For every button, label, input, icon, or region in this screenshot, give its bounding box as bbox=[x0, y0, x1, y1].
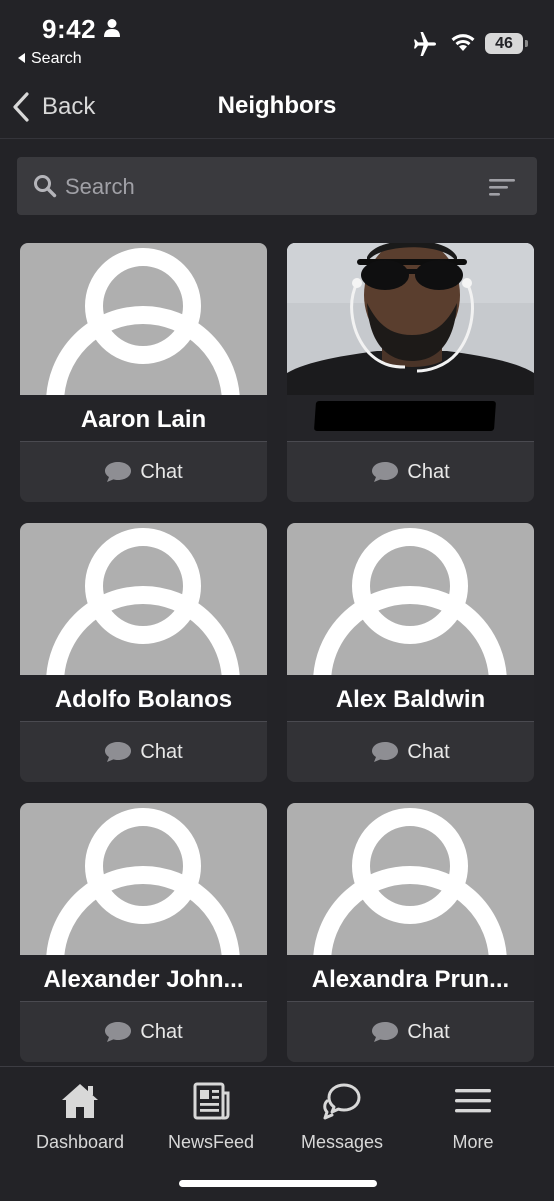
chat-button[interactable]: Chat bbox=[20, 442, 267, 502]
chat-button-label: Chat bbox=[140, 740, 183, 763]
chat-bubble-icon bbox=[372, 1022, 399, 1042]
page-title: Neighbors bbox=[217, 92, 337, 119]
chat-button[interactable]: Chat bbox=[287, 442, 534, 502]
tab-dashboard[interactable]: Dashboard bbox=[15, 1081, 145, 1153]
chat-button-label: Chat bbox=[407, 1020, 450, 1043]
default-avatar-icon bbox=[46, 248, 240, 395]
chat-button-label: Chat bbox=[407, 460, 450, 483]
home-icon bbox=[62, 1084, 98, 1118]
neighbor-card[interactable]: Alex Baldwin Chat bbox=[287, 523, 534, 782]
neighbor-photo bbox=[287, 243, 534, 395]
neighbor-card[interactable]: Alexander John... Chat bbox=[20, 803, 267, 1062]
neighbor-name: Alex Baldwin bbox=[287, 675, 534, 722]
chat-bubbles-icon bbox=[323, 1083, 361, 1120]
person-icon bbox=[104, 19, 120, 37]
tab-more[interactable]: More bbox=[408, 1081, 538, 1153]
tab-messages-label: Messages bbox=[300, 1132, 384, 1152]
search-icon bbox=[34, 175, 57, 198]
avatar-placeholder bbox=[287, 523, 534, 675]
airplane-icon bbox=[414, 32, 436, 56]
avatar-placeholder bbox=[20, 803, 267, 955]
tab-messages[interactable]: Messages bbox=[277, 1081, 407, 1153]
back-to-app-link[interactable]: Search bbox=[18, 50, 82, 68]
chat-button[interactable]: Chat bbox=[287, 722, 534, 782]
search-input[interactable] bbox=[63, 167, 467, 207]
wifi-icon bbox=[451, 34, 475, 51]
default-avatar-icon bbox=[313, 808, 507, 955]
default-avatar-icon bbox=[46, 808, 240, 955]
tab-newsfeed-label: NewsFeed bbox=[167, 1132, 255, 1152]
neighbor-name: Alexander John... bbox=[20, 955, 267, 1002]
avatar-placeholder bbox=[20, 523, 267, 675]
neighbor-card[interactable]: Chat bbox=[287, 243, 534, 502]
status-time: 9:42 bbox=[42, 14, 97, 44]
back-triangle-icon bbox=[18, 52, 25, 63]
back-to-app-label: Search bbox=[31, 50, 82, 67]
chat-button[interactable]: Chat bbox=[287, 1002, 534, 1062]
chat-button-label: Chat bbox=[140, 460, 183, 483]
chat-button[interactable]: Chat bbox=[20, 722, 267, 782]
newspaper-icon bbox=[193, 1082, 230, 1120]
chat-bubble-icon bbox=[372, 462, 399, 482]
status-bar: 9:42 Search 46 bbox=[0, 0, 554, 78]
avatar-placeholder bbox=[287, 803, 534, 955]
chat-bubble-icon bbox=[105, 462, 132, 482]
avatar-placeholder bbox=[20, 243, 267, 395]
chat-bubble-icon bbox=[105, 742, 132, 762]
chat-button-label: Chat bbox=[140, 1020, 183, 1043]
redaction-mark bbox=[313, 401, 497, 431]
battery-indicator: 46 bbox=[485, 33, 528, 54]
home-indicator[interactable] bbox=[179, 1180, 377, 1187]
tab-more-label: More bbox=[452, 1132, 494, 1152]
navigation-bar: Back Neighbors bbox=[0, 78, 554, 139]
neighbor-name: Alexandra Prun... bbox=[287, 955, 534, 1002]
neighbor-name: Adolfo Bolanos bbox=[20, 675, 267, 722]
neighbor-name: Aaron Lain bbox=[20, 395, 267, 442]
neighbor-card[interactable]: Aaron Lain Chat bbox=[20, 243, 267, 502]
tab-newsfeed[interactable]: NewsFeed bbox=[146, 1081, 276, 1153]
neighbor-card[interactable]: Adolfo Bolanos Chat bbox=[20, 523, 267, 782]
chat-bubble-icon bbox=[105, 1022, 132, 1042]
chat-button-label: Chat bbox=[407, 740, 450, 763]
tab-dashboard-label: Dashboard bbox=[35, 1132, 125, 1152]
neighbor-card[interactable]: Alexandra Prun... Chat bbox=[287, 803, 534, 1062]
default-avatar-icon bbox=[46, 528, 240, 675]
default-avatar-icon bbox=[313, 528, 507, 675]
chat-button[interactable]: Chat bbox=[20, 1002, 267, 1062]
sort-filter-icon[interactable] bbox=[489, 178, 515, 196]
profile-photo-image bbox=[287, 243, 534, 395]
search-bar bbox=[17, 157, 537, 215]
chat-bubble-icon bbox=[372, 742, 399, 762]
hamburger-menu-icon bbox=[455, 1089, 491, 1113]
